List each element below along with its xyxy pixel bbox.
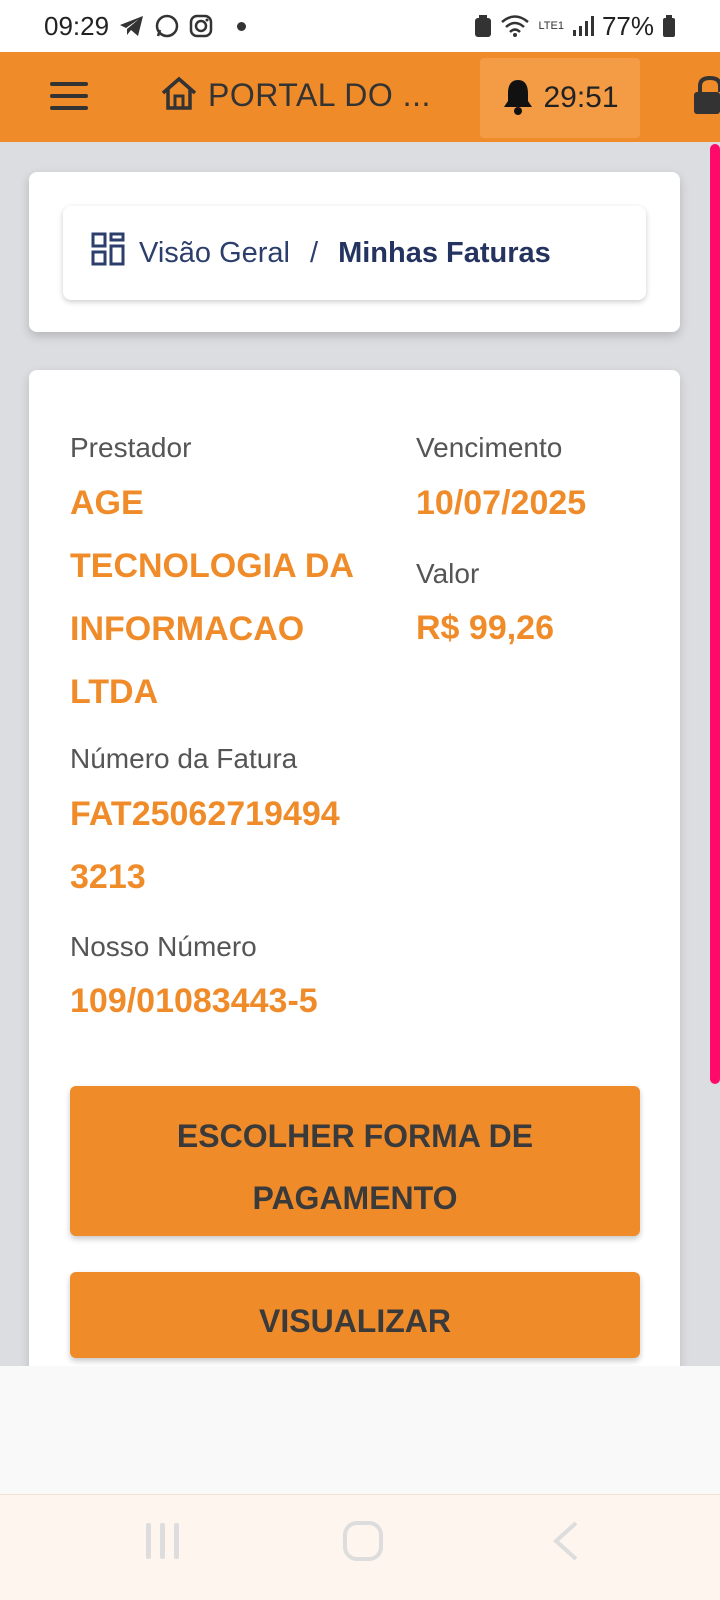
- view-button[interactable]: VISUALIZAR: [70, 1272, 640, 1358]
- status-time: 09:29: [44, 10, 110, 41]
- home-nav-icon[interactable]: [342, 1521, 384, 1566]
- menu-icon: [50, 82, 88, 86]
- notification-dot-icon: [237, 21, 247, 31]
- due-date-value: 10/07/2025: [416, 484, 587, 522]
- home-icon: [160, 76, 198, 115]
- breadcrumb-separator: /: [310, 236, 319, 269]
- battery-icon: [662, 14, 676, 38]
- invoice-number-value: FAT25062719494 3213: [70, 795, 340, 896]
- telegram-icon: [119, 15, 145, 37]
- bottom-blank-area: [0, 1366, 720, 1494]
- lock-icon[interactable]: [694, 75, 720, 121]
- back-icon[interactable]: [552, 1521, 580, 1566]
- menu-button[interactable]: [50, 82, 88, 110]
- breadcrumb: Visão Geral / Minhas Faturas: [63, 206, 646, 300]
- invoice-card: Prestador AGE TECNOLOGIA DA INFORMACAO L…: [29, 370, 680, 1366]
- session-timer[interactable]: 29:51: [480, 58, 640, 138]
- due-date-label: Vencimento: [416, 432, 563, 463]
- amount-label: Valor: [416, 558, 480, 589]
- signal-icon: [572, 15, 594, 37]
- status-bar: 09:29 LTE1 77%: [0, 0, 720, 52]
- our-number-label: Nosso Número: [70, 931, 257, 962]
- provider-value: AGE TECNOLOGIA DA INFORMACAO LTDA: [70, 484, 354, 711]
- provider-label: Prestador: [70, 432, 192, 463]
- breadcrumb-overview-link[interactable]: Visão Geral: [139, 237, 290, 270]
- scrollbar[interactable]: [710, 144, 720, 1084]
- instagram-icon: [189, 14, 213, 38]
- breadcrumb-current: Minhas Faturas: [338, 236, 551, 269]
- network-label: LTE1: [538, 19, 564, 32]
- recent-apps-icon[interactable]: [144, 1521, 182, 1566]
- whatsapp-icon: [155, 14, 179, 38]
- our-number-value: 109/01083443-5: [70, 982, 318, 1020]
- invoice-number-label: Número da Fatura: [70, 743, 298, 774]
- dashboard-icon: [91, 232, 125, 274]
- page-title: PORTAL DO ...: [208, 77, 431, 113]
- app-bar: PORTAL DO ... 29:51: [0, 52, 720, 142]
- battery-percent: 77%: [601, 10, 654, 41]
- recycle-icon: [474, 14, 492, 38]
- breadcrumb-card: Visão Geral / Minhas Faturas: [29, 172, 680, 332]
- choose-payment-button[interactable]: ESCOLHER FORMA DE PAGAMENTO: [70, 1086, 640, 1236]
- system-nav-bar: [0, 1494, 720, 1600]
- timer-value: 29:51: [543, 81, 619, 114]
- amount-value: R$ 99,26: [416, 609, 554, 647]
- home-title[interactable]: PORTAL DO ...: [160, 76, 431, 115]
- content-area[interactable]: Visão Geral / Minhas Faturas Prestador A…: [0, 142, 720, 1366]
- wifi-icon: [500, 14, 530, 38]
- bell-icon: [501, 77, 535, 120]
